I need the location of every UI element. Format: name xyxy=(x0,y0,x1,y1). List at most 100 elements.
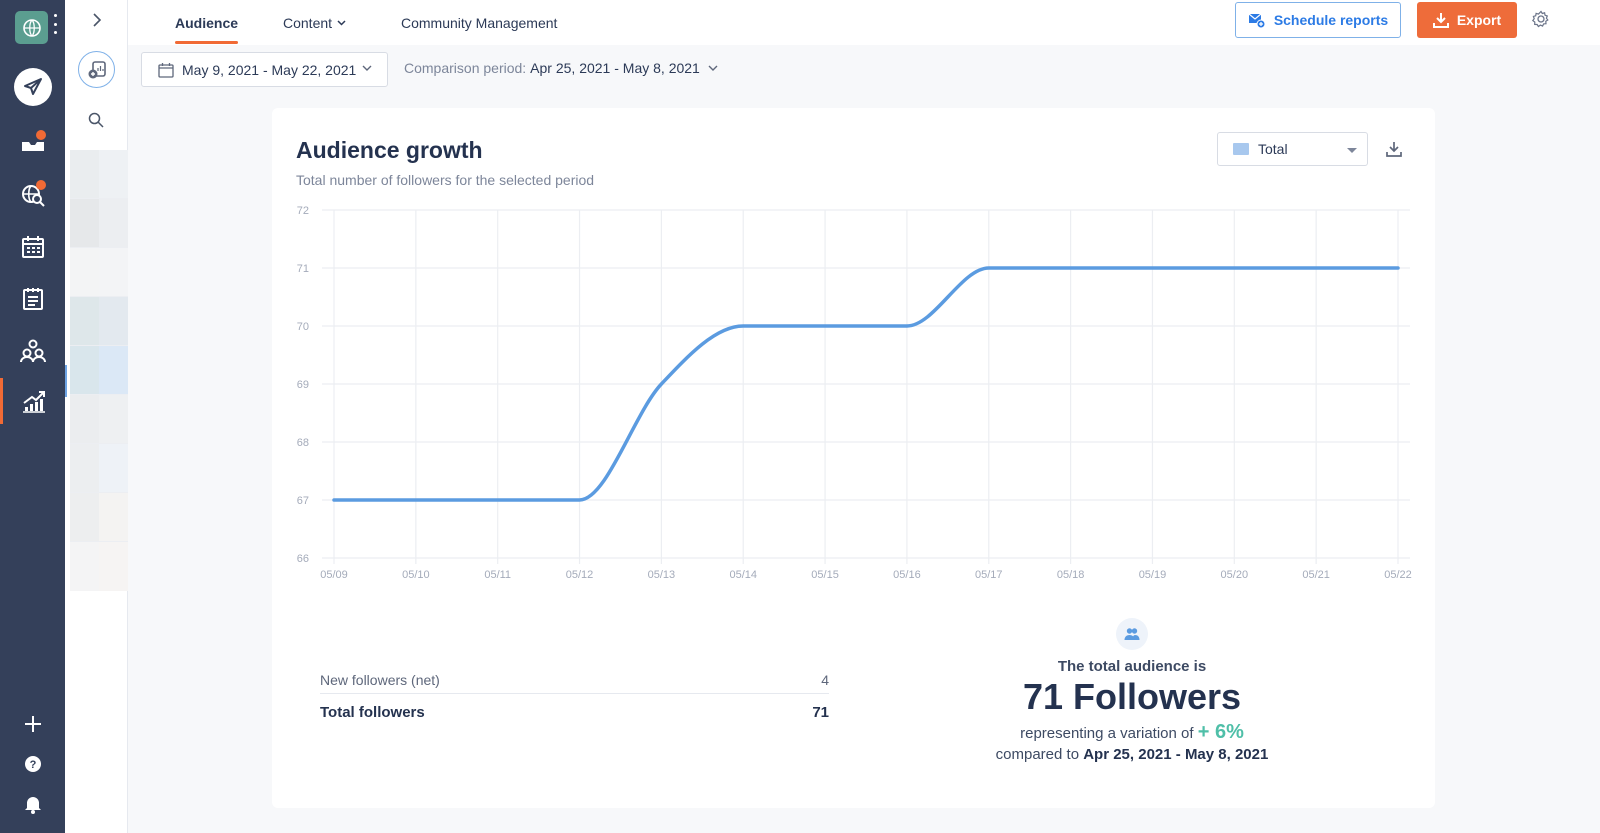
audience-icon xyxy=(1116,618,1148,650)
comparison-period-selector[interactable]: Comparison period: Apr 25, 2021 - May 8,… xyxy=(404,60,718,76)
y-tick-label: 68 xyxy=(297,437,309,449)
rail-item-team[interactable] xyxy=(0,328,65,374)
add-report-icon xyxy=(88,60,106,78)
svg-text:?: ? xyxy=(29,759,36,771)
list-item[interactable] xyxy=(70,493,128,542)
line-chart-icon xyxy=(1233,143,1249,155)
variation-line: representing a variation of + 6% xyxy=(972,721,1292,744)
y-tick-label: 69 xyxy=(297,379,309,391)
x-tick-label: 05/18 xyxy=(1057,569,1085,581)
notification-badge xyxy=(36,180,46,190)
tab-content[interactable]: Content xyxy=(283,0,346,45)
date-range-value: May 9, 2021 - May 22, 2021 xyxy=(182,61,357,78)
x-tick-label: 05/13 xyxy=(648,569,676,581)
plus-icon xyxy=(24,716,41,732)
x-tick-label: 05/16 xyxy=(893,569,921,581)
list-item[interactable] xyxy=(70,346,128,395)
chevron-down-icon xyxy=(362,65,372,72)
download-icon xyxy=(1432,13,1449,28)
rail-item-publish[interactable] xyxy=(0,64,65,110)
search-button[interactable] xyxy=(85,109,107,131)
gear-icon xyxy=(1532,10,1549,28)
top-nav: Audience Content Community Management Sc… xyxy=(128,0,1600,45)
x-tick-label: 05/09 xyxy=(320,569,348,581)
list-item[interactable] xyxy=(70,150,128,199)
card-title: Audience growth xyxy=(296,137,483,163)
comparison-label: Comparison period: xyxy=(404,60,527,76)
analytics-chart-icon xyxy=(23,391,45,413)
list-item[interactable] xyxy=(70,542,128,591)
tab-label: Audience xyxy=(175,14,239,31)
y-tick-label: 67 xyxy=(297,495,309,507)
list-item[interactable] xyxy=(70,444,128,493)
report-list xyxy=(70,150,128,591)
stats-table: New followers (net) 4 Total followers 71 xyxy=(320,666,829,730)
rail-item-inbox[interactable] xyxy=(0,120,65,166)
view-select-value: Total xyxy=(1258,141,1288,157)
stat-row-new-followers: New followers (net) 4 xyxy=(320,666,829,694)
export-button[interactable]: Export xyxy=(1417,2,1517,38)
list-item[interactable] xyxy=(70,199,128,248)
rail-item-calendar[interactable] xyxy=(0,224,65,270)
tab-community-management[interactable]: Community Management xyxy=(401,0,557,45)
rail-item-listening[interactable] xyxy=(0,172,65,218)
view-select[interactable]: Total xyxy=(1217,132,1368,166)
audience-growth-chart: 66 67 68 69 70 71 72 05/09 05/10 05/11 05/12 05/13… xyxy=(297,205,1412,581)
x-tick-label: 05/17 xyxy=(975,569,1003,581)
tab-audience[interactable]: Audience xyxy=(175,0,239,45)
comparison-value: Apr 25, 2021 - May 8, 2021 xyxy=(530,60,700,76)
list-item[interactable] xyxy=(70,248,128,297)
date-range-picker[interactable]: May 9, 2021 - May 22, 2021 xyxy=(141,52,388,87)
tab-label: Community Management xyxy=(401,14,558,31)
caret-down-icon xyxy=(1347,148,1357,153)
chevron-down-icon xyxy=(337,19,346,26)
schedule-reports-button[interactable]: Schedule reports xyxy=(1235,2,1401,38)
stat-value: 4 xyxy=(821,671,829,688)
x-tick-label: 05/11 xyxy=(484,569,511,581)
x-tick-label: 05/12 xyxy=(566,569,594,581)
x-tick-label: 05/10 xyxy=(402,569,430,581)
chevron-right-icon xyxy=(93,13,102,27)
audience-growth-card: Audience growth Total number of follower… xyxy=(272,108,1435,808)
workspace-logo[interactable] xyxy=(15,11,48,44)
download-chart-button[interactable] xyxy=(1383,138,1405,160)
rail-item-notifications[interactable] xyxy=(0,781,65,827)
notepad-icon xyxy=(22,288,43,310)
x-tick-label: 05/15 xyxy=(811,569,839,581)
stat-label: Total followers xyxy=(320,703,425,721)
users-group-icon xyxy=(19,339,46,363)
report-list-panel xyxy=(65,0,128,833)
stat-row-total-followers: Total followers 71 xyxy=(320,694,829,730)
chevron-down-icon xyxy=(708,65,718,72)
x-tick-label: 05/20 xyxy=(1221,569,1249,581)
list-item[interactable] xyxy=(70,395,128,444)
export-label: Export xyxy=(1456,12,1502,28)
y-tick-label: 71 xyxy=(297,263,309,275)
settings-button[interactable] xyxy=(1531,9,1551,29)
y-tick-label: 70 xyxy=(297,321,309,333)
y-tick-label: 66 xyxy=(297,553,309,565)
x-tick-label: 05/21 xyxy=(1302,569,1330,581)
search-icon xyxy=(88,112,104,128)
variation-value: + 6% xyxy=(1197,721,1244,743)
globe-leaf-icon xyxy=(22,18,41,37)
mail-schedule-icon xyxy=(1248,13,1266,28)
audience-summary: The total audience is 71 Followers repre… xyxy=(972,618,1292,763)
stat-label: New followers (net) xyxy=(320,671,440,688)
calendar-icon xyxy=(158,62,174,78)
app: ? Audience Content Community Management … xyxy=(0,0,1600,833)
selected-indicator xyxy=(65,365,67,397)
compared-line: compared to Apr 25, 2021 - May 8, 2021 xyxy=(972,746,1292,763)
calendar-icon xyxy=(21,236,44,258)
schedule-reports-label: Schedule reports xyxy=(1273,12,1389,28)
rail-item-notes[interactable] xyxy=(0,276,65,322)
add-report-button[interactable] xyxy=(78,51,115,88)
bell-icon xyxy=(24,797,41,814)
y-tick-label: 72 xyxy=(297,205,309,217)
compared-range: Apr 25, 2021 - May 8, 2021 xyxy=(1083,746,1269,763)
expand-panel-button[interactable] xyxy=(85,8,109,32)
tab-label: Content xyxy=(283,14,333,31)
rail-item-analytics[interactable] xyxy=(0,378,65,424)
workspace-menu-icon[interactable] xyxy=(53,14,57,34)
list-item[interactable] xyxy=(70,297,128,346)
